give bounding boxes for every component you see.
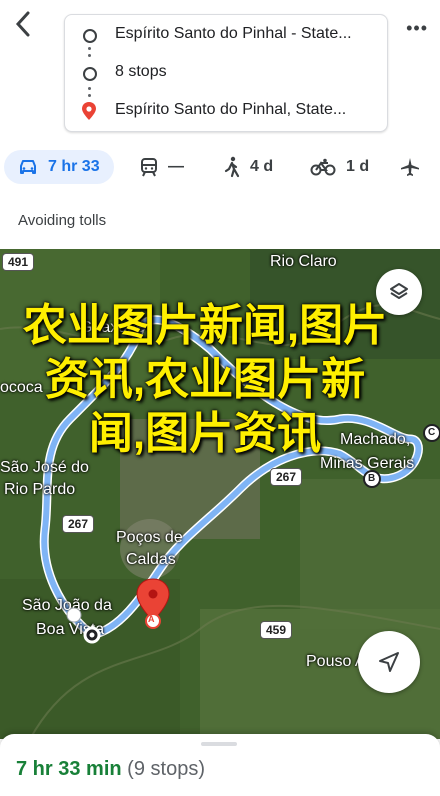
destination-text: Espírito Santo do Pinhal, State... — [115, 101, 347, 118]
walking-icon — [224, 156, 240, 178]
layers-icon — [390, 283, 408, 299]
driving-time: 7 hr 33 — [48, 158, 100, 175]
route-note: Avoiding tolls — [18, 212, 107, 229]
tab-cycling[interactable]: 1 d — [310, 150, 369, 184]
walking-time: 4 d — [250, 158, 274, 175]
navigation-arrow-icon — [379, 652, 399, 672]
route-stops-card: Espírito Santo do Pinhal - State... 8 st… — [64, 14, 388, 132]
marker-a-label: A — [148, 614, 155, 624]
train-icon — [141, 158, 157, 177]
map-view[interactable]: 491 267 267 459 Rio Claro Guaxupé ococa … — [0, 249, 440, 739]
travel-mode-tabs: 7 hr 33 — 4 d 1 d — [0, 142, 440, 190]
tab-walking[interactable]: 4 d — [224, 150, 273, 184]
car-icon — [20, 160, 36, 174]
route-summary-sheet[interactable]: 7 hr 33 min (9 stops) — [0, 734, 440, 796]
total-stops: (9 stops) — [127, 758, 205, 780]
stops-count: 8 stops — [115, 63, 167, 80]
marker-c-label: C — [428, 427, 436, 438]
origin-text: Espírito Santo do Pinhal - State... — [115, 25, 352, 42]
airplane-icon — [401, 158, 419, 176]
bicycle-icon — [310, 158, 336, 176]
more-options-icon[interactable]: ••• — [406, 18, 428, 39]
origin-circle-icon — [83, 29, 97, 43]
stops-circle-icon — [83, 67, 97, 81]
drag-handle[interactable] — [201, 742, 237, 746]
cycling-time: 1 d — [346, 158, 370, 175]
directions-header: Espírito Santo do Pinhal - State... 8 st… — [0, 0, 440, 140]
tab-transit[interactable]: — — [140, 150, 184, 184]
my-location-button[interactable] — [358, 631, 420, 693]
destination-pin-icon — [81, 101, 97, 121]
route-summary: 7 hr 33 min (9 stops) — [16, 758, 205, 781]
tab-flights[interactable] — [400, 150, 430, 184]
tab-driving[interactable]: 7 hr 33 — [4, 150, 114, 184]
origin-row[interactable]: Espírito Santo do Pinhal - State... — [65, 17, 387, 53]
total-duration: 7 hr 33 min — [16, 758, 122, 780]
back-arrow-icon[interactable] — [12, 10, 40, 42]
destination-row[interactable]: Espírito Santo do Pinhal, State... — [65, 93, 387, 129]
watermark-overlay-text: 农业图片新闻,图片资讯,农业图片新闻,图片资讯 — [22, 301, 388, 458]
marker-b-label: B — [368, 473, 376, 484]
stops-row[interactable]: 8 stops — [65, 55, 387, 91]
transit-time: — — [168, 158, 184, 175]
